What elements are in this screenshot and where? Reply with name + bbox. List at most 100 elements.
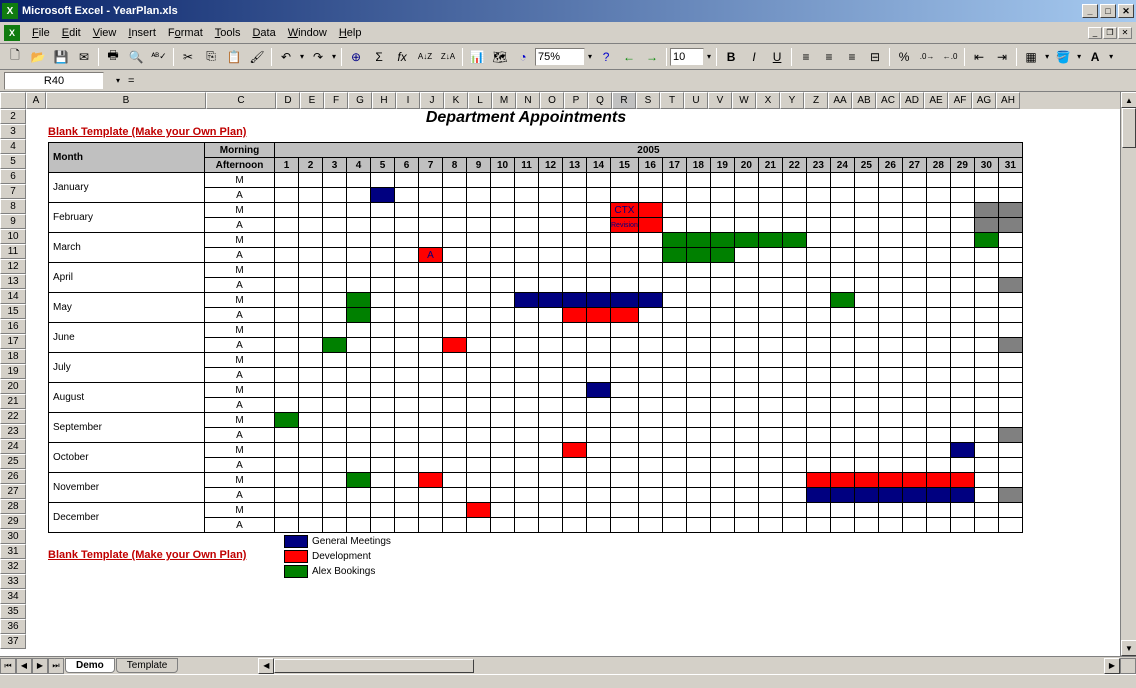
row-header-5[interactable]: 5 bbox=[0, 154, 26, 169]
tab-template[interactable]: Template bbox=[116, 658, 179, 673]
day-cell[interactable] bbox=[662, 518, 686, 533]
col-header-I[interactable]: I bbox=[396, 92, 420, 109]
col-header-W[interactable]: W bbox=[732, 92, 756, 109]
row-header-7[interactable]: 7 bbox=[0, 184, 26, 199]
day-cell[interactable] bbox=[611, 503, 639, 518]
day-cell[interactable] bbox=[998, 398, 1022, 413]
day-cell[interactable] bbox=[998, 308, 1022, 323]
day-cell[interactable] bbox=[662, 323, 686, 338]
day-cell[interactable] bbox=[662, 488, 686, 503]
day-cell[interactable] bbox=[926, 203, 950, 218]
day-cell[interactable] bbox=[347, 203, 371, 218]
day-cell[interactable] bbox=[275, 383, 299, 398]
day-cell[interactable] bbox=[587, 503, 611, 518]
day-cell[interactable] bbox=[806, 338, 830, 353]
day-cell[interactable] bbox=[902, 353, 926, 368]
day-cell[interactable] bbox=[539, 413, 563, 428]
day-cell[interactable] bbox=[347, 473, 371, 488]
day-cell[interactable] bbox=[662, 428, 686, 443]
day-cell[interactable] bbox=[998, 203, 1022, 218]
row-header-23[interactable]: 23 bbox=[0, 424, 26, 439]
day-cell[interactable] bbox=[443, 248, 467, 263]
day-cell[interactable] bbox=[734, 383, 758, 398]
day-cell[interactable] bbox=[275, 368, 299, 383]
day-cell[interactable] bbox=[347, 278, 371, 293]
horizontal-scroll-thumb[interactable] bbox=[274, 659, 474, 673]
day-cell[interactable] bbox=[878, 518, 902, 533]
day-cell[interactable] bbox=[758, 398, 782, 413]
day-cell[interactable] bbox=[323, 473, 347, 488]
day-cell[interactable] bbox=[638, 473, 662, 488]
day-cell[interactable] bbox=[758, 203, 782, 218]
day-cell[interactable]: CTX bbox=[611, 203, 639, 218]
day-cell[interactable] bbox=[950, 383, 974, 398]
day-cell[interactable] bbox=[926, 218, 950, 233]
day-cell[interactable] bbox=[710, 503, 734, 518]
day-cell[interactable] bbox=[371, 203, 395, 218]
scroll-left-icon[interactable]: ◀ bbox=[258, 658, 274, 674]
day-cell[interactable] bbox=[323, 248, 347, 263]
day-cell[interactable] bbox=[275, 473, 299, 488]
day-cell[interactable] bbox=[782, 218, 806, 233]
day-cell[interactable] bbox=[467, 278, 491, 293]
day-cell[interactable] bbox=[806, 173, 830, 188]
day-cell[interactable] bbox=[539, 368, 563, 383]
row-header-2[interactable]: 2 bbox=[0, 109, 26, 124]
day-cell[interactable] bbox=[734, 353, 758, 368]
menu-file[interactable]: File bbox=[26, 25, 56, 41]
day-cell[interactable] bbox=[878, 278, 902, 293]
day-cell[interactable] bbox=[563, 473, 587, 488]
day-cell[interactable] bbox=[587, 323, 611, 338]
day-cell[interactable] bbox=[950, 293, 974, 308]
font-color-dropdown[interactable]: ▾ bbox=[1107, 52, 1115, 61]
day-cell[interactable] bbox=[299, 263, 323, 278]
day-cell[interactable] bbox=[638, 503, 662, 518]
day-cell[interactable] bbox=[419, 353, 443, 368]
day-cell[interactable] bbox=[347, 308, 371, 323]
day-cell[interactable] bbox=[638, 428, 662, 443]
day-cell[interactable] bbox=[686, 443, 710, 458]
day-cell[interactable] bbox=[443, 518, 467, 533]
day-cell[interactable] bbox=[491, 323, 515, 338]
col-header-AC[interactable]: AC bbox=[876, 92, 900, 109]
row-header-18[interactable]: 18 bbox=[0, 349, 26, 364]
day-cell[interactable] bbox=[854, 383, 878, 398]
col-header-M[interactable]: M bbox=[492, 92, 516, 109]
day-cell[interactable] bbox=[275, 173, 299, 188]
day-cell[interactable] bbox=[662, 413, 686, 428]
day-cell[interactable] bbox=[830, 353, 854, 368]
day-cell[interactable] bbox=[782, 308, 806, 323]
day-cell[interactable] bbox=[563, 458, 587, 473]
day-cell[interactable] bbox=[710, 248, 734, 263]
day-cell[interactable] bbox=[371, 458, 395, 473]
fill-color-icon[interactable]: 🪣 bbox=[1052, 46, 1074, 68]
day-cell[interactable] bbox=[395, 383, 419, 398]
day-cell[interactable] bbox=[467, 218, 491, 233]
day-cell[interactable] bbox=[299, 413, 323, 428]
minimize-button[interactable]: _ bbox=[1082, 4, 1098, 18]
menu-insert[interactable]: Insert bbox=[122, 25, 162, 41]
col-header-P[interactable]: P bbox=[564, 92, 588, 109]
fill-color-dropdown[interactable]: ▾ bbox=[1075, 52, 1083, 61]
day-cell[interactable] bbox=[515, 278, 539, 293]
day-cell[interactable] bbox=[686, 218, 710, 233]
day-cell[interactable] bbox=[662, 203, 686, 218]
day-cell[interactable] bbox=[854, 278, 878, 293]
day-cell[interactable] bbox=[806, 293, 830, 308]
day-cell[interactable] bbox=[734, 428, 758, 443]
day-cell[interactable] bbox=[539, 188, 563, 203]
day-cell[interactable] bbox=[854, 353, 878, 368]
day-cell[interactable] bbox=[395, 218, 419, 233]
fontsize-input[interactable] bbox=[670, 48, 704, 66]
day-cell[interactable] bbox=[878, 368, 902, 383]
day-cell[interactable] bbox=[758, 308, 782, 323]
day-cell[interactable] bbox=[371, 308, 395, 323]
vertical-scroll-thumb[interactable] bbox=[1122, 108, 1136, 148]
day-cell[interactable] bbox=[491, 443, 515, 458]
day-cell[interactable] bbox=[710, 458, 734, 473]
day-cell[interactable] bbox=[926, 443, 950, 458]
day-cell[interactable] bbox=[347, 338, 371, 353]
day-cell[interactable] bbox=[926, 338, 950, 353]
col-header-AF[interactable]: AF bbox=[948, 92, 972, 109]
copy-icon[interactable]: ⎘ bbox=[200, 46, 222, 68]
